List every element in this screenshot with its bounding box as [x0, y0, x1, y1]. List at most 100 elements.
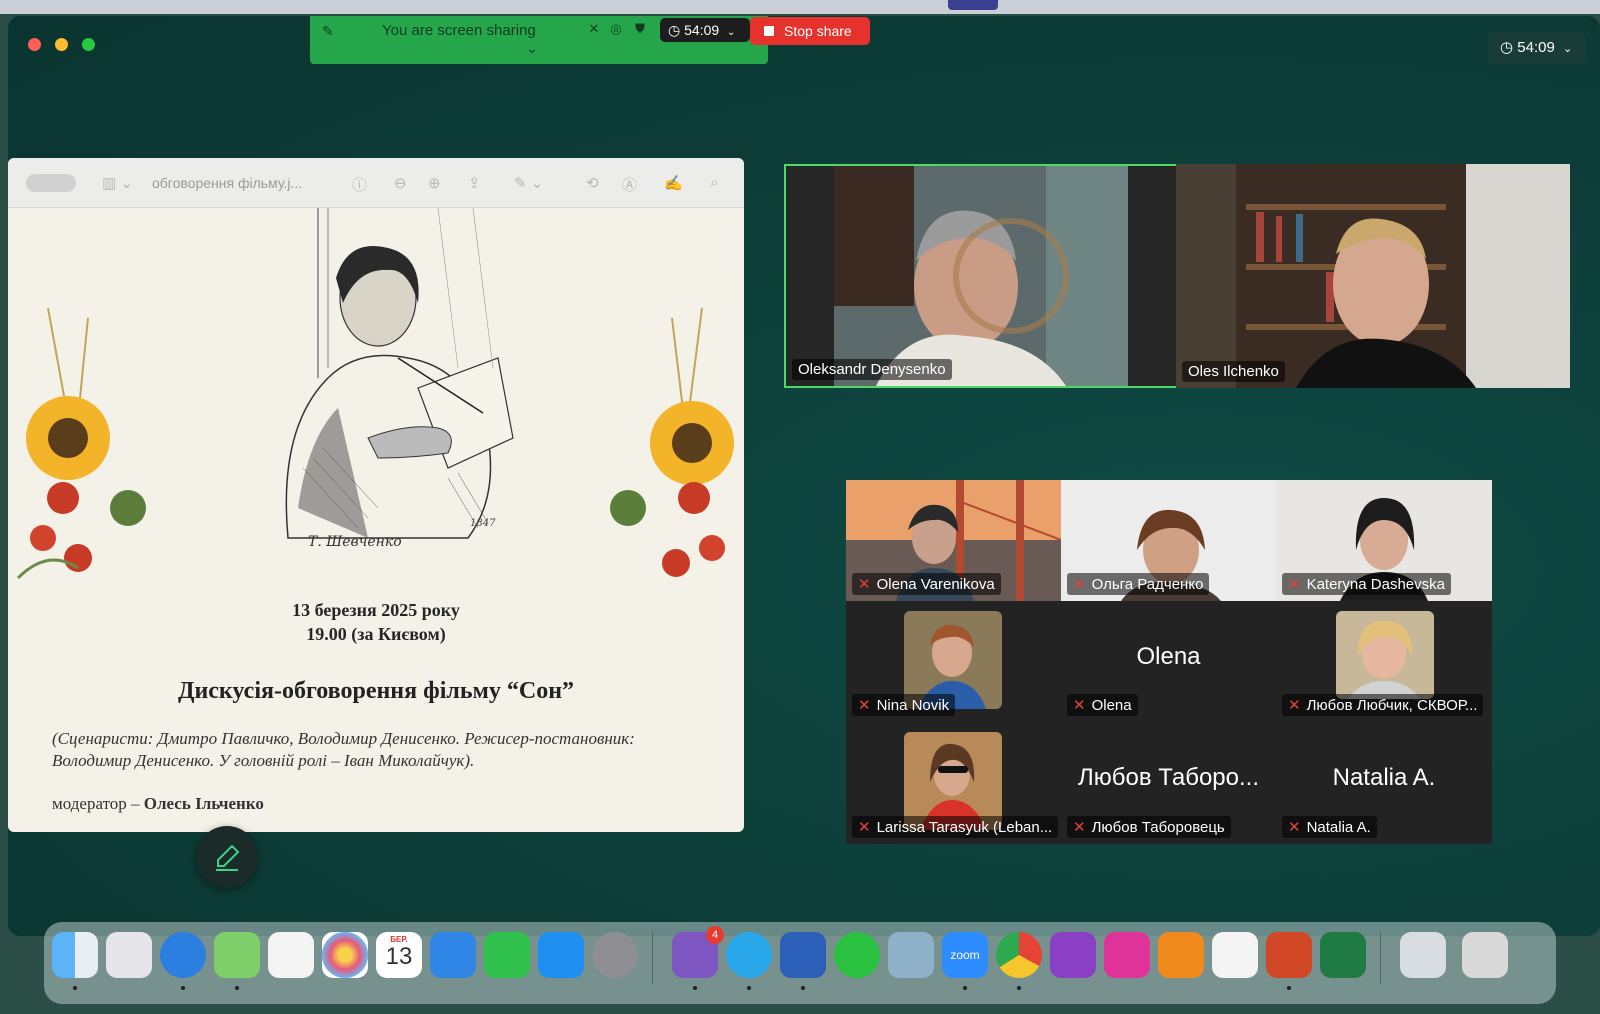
- participant-name: Natalia A.: [1306, 819, 1371, 836]
- safari-icon[interactable]: [160, 932, 206, 978]
- freeform-icon[interactable]: [268, 932, 314, 978]
- preview-icon[interactable]: [888, 932, 934, 978]
- event-date: 13 березня 2025 року: [292, 600, 460, 620]
- share-icon[interactable]: ⇪: [468, 174, 481, 192]
- sync-icon[interactable]: [1212, 932, 1258, 978]
- security-shield-icon[interactable]: ⛊: [632, 21, 648, 37]
- zoom-window-button[interactable]: [82, 38, 95, 51]
- running-indicator: [235, 986, 239, 990]
- powerpoint-icon[interactable]: [1266, 932, 1312, 978]
- video-tile[interactable]: ✕ Nina Novik: [846, 601, 1061, 722]
- maps-icon[interactable]: [214, 932, 260, 978]
- participant-name-label: ✕ Larissa Tarasyuk (Leban...: [852, 816, 1059, 838]
- video-feed: [834, 166, 1128, 386]
- word-icon[interactable]: [780, 932, 826, 978]
- chinese-dictionary-icon[interactable]: [1104, 932, 1150, 978]
- video-tile[interactable]: ✕ Olena Varenikova: [846, 480, 1061, 601]
- video-status-icon[interactable]: ◎: [608, 21, 624, 37]
- annotate-circle-icon[interactable]: Ⓐ: [622, 174, 637, 195]
- launchpad-icon[interactable]: [106, 932, 152, 978]
- finder-icon[interactable]: [52, 932, 98, 978]
- participant-name-label: ✕ Kateryna Dashevska: [1282, 573, 1451, 595]
- meeting-timer-value: 54:09: [1517, 39, 1555, 56]
- djvu-icon[interactable]: [1050, 932, 1096, 978]
- edit-annotation-button[interactable]: [196, 826, 258, 888]
- signature-icon[interactable]: ✍: [664, 174, 683, 192]
- mic-muted-icon: ✕: [1073, 697, 1086, 714]
- clock-icon: ◷: [1500, 39, 1514, 56]
- close-window-button[interactable]: [28, 38, 41, 51]
- running-indicator: [181, 986, 185, 990]
- sidebar-icon[interactable]: ▥ ⌄: [102, 174, 133, 192]
- participant-name-label: ✕ Ольга Радченко: [1067, 573, 1210, 595]
- chevron-down-icon: ⌄: [727, 27, 736, 38]
- moderator-label: модератор –: [52, 794, 144, 813]
- viber-icon[interactable]: 4: [672, 926, 724, 978]
- mic-muted-icon: ✕: [1288, 697, 1301, 714]
- excel-icon[interactable]: [1320, 932, 1366, 978]
- sketch-year: 1847: [470, 518, 496, 529]
- mic-muted-icon[interactable]: ✕: [586, 21, 602, 37]
- trash-icon[interactable]: [1462, 932, 1508, 978]
- minimize-window-button[interactable]: [55, 38, 68, 51]
- system-settings-icon[interactable]: [592, 932, 638, 978]
- chrome-icon[interactable]: [996, 932, 1042, 978]
- photos-icon[interactable]: [322, 932, 368, 978]
- info-icon[interactable]: ⓘ: [352, 174, 367, 195]
- search-icon[interactable]: ⌕: [710, 174, 718, 191]
- shared-document-window: ▥ ⌄ обговорення фільму.j... ⓘ ⊖ ⊕ ⇪ ✎ ⌄ …: [8, 158, 744, 832]
- stop-square-icon: [764, 26, 774, 36]
- mic-muted-icon: ✕: [1073, 819, 1086, 836]
- annotate-icon[interactable]: ✎: [322, 23, 334, 40]
- document-filename: обговорення фільму.j...: [152, 175, 303, 191]
- video-tile-speaker[interactable]: Oles Ilchenko: [1176, 164, 1570, 388]
- dock-separator: [652, 932, 653, 984]
- mic-muted-icon: ✕: [858, 819, 871, 836]
- zoom-out-icon[interactable]: ⊖: [394, 174, 407, 192]
- clock-icon: ◷: [668, 22, 681, 38]
- share-timer[interactable]: ◷ 54:09 ⌄: [660, 18, 750, 42]
- share-status-label: You are screen sharing: [382, 22, 536, 39]
- participant-name: Larissa Tarasyuk (Leban...: [876, 819, 1053, 836]
- participant-name-label: ✕ Любов Таборовець: [1067, 816, 1231, 838]
- video-tile-no-video[interactable]: Любов Таборо... ✕ Любов Таборовець: [1061, 722, 1276, 844]
- event-time: 19.00 (за Києвом): [306, 624, 446, 644]
- numbers-icon[interactable]: [484, 932, 530, 978]
- moderator-name: Олесь Ільченко: [143, 794, 264, 813]
- participant-name: Oles Ilchenko: [1182, 361, 1285, 382]
- dock-separator: [1380, 932, 1381, 984]
- view-toggle-button[interactable]: [26, 174, 76, 192]
- video-tile[interactable]: ✕ Kateryna Dashevska: [1276, 480, 1492, 601]
- moderator-line: модератор – Олесь Ільченко: [52, 794, 264, 814]
- mic-muted-icon: ✕: [1288, 576, 1301, 593]
- running-indicator: [73, 986, 77, 990]
- participant-display-name: Natalia A.: [1332, 764, 1436, 791]
- mic-muted-icon: ✕: [1288, 819, 1301, 836]
- participant-name: Nina Novik: [876, 697, 950, 714]
- participant-name: Ольга Радченко: [1091, 576, 1204, 593]
- participant-name-label: ✕ Olena Varenikova: [852, 573, 1001, 595]
- calendar-icon[interactable]: БЕР. 13: [376, 932, 422, 978]
- participant-name: Kateryna Dashevska: [1306, 576, 1445, 593]
- books-icon[interactable]: [1158, 932, 1204, 978]
- expand-toolbar-chevron-icon[interactable]: ⌄: [526, 40, 538, 57]
- telegram-icon[interactable]: [726, 932, 772, 978]
- participant-name-label: ✕ Nina Novik: [852, 694, 956, 716]
- zoom-in-icon[interactable]: ⊕: [428, 174, 441, 192]
- meeting-timer[interactable]: ◷ 54:09 ⌄: [1488, 32, 1586, 64]
- app-store-icon[interactable]: [538, 932, 584, 978]
- video-tile-no-video[interactable]: Olena ✕ Olena: [1061, 601, 1276, 722]
- video-tile[interactable]: ✕ Любов Любчик, СКВОР...: [1276, 601, 1492, 722]
- markup-icon[interactable]: ✎ ⌄: [514, 174, 543, 192]
- whatsapp-icon[interactable]: [834, 932, 880, 978]
- video-tile[interactable]: ✕ Ольга Радченко: [1061, 480, 1276, 601]
- stop-share-button[interactable]: Stop share: [750, 17, 870, 45]
- video-tile-no-video[interactable]: Natalia A. ✕ Natalia A.: [1276, 722, 1492, 844]
- video-tile[interactable]: ✕ Larissa Tarasyuk (Leban...: [846, 722, 1061, 844]
- keynote-icon[interactable]: [430, 932, 476, 978]
- sketch-signature: Т. Шевченко: [308, 534, 402, 550]
- downloads-stack-icon[interactable]: [1400, 932, 1446, 978]
- zoom-icon[interactable]: zoom: [942, 932, 988, 978]
- video-tile-active-speaker[interactable]: Oleksandr Denysenko: [784, 164, 1178, 388]
- rotate-icon[interactable]: ⟲: [586, 174, 599, 192]
